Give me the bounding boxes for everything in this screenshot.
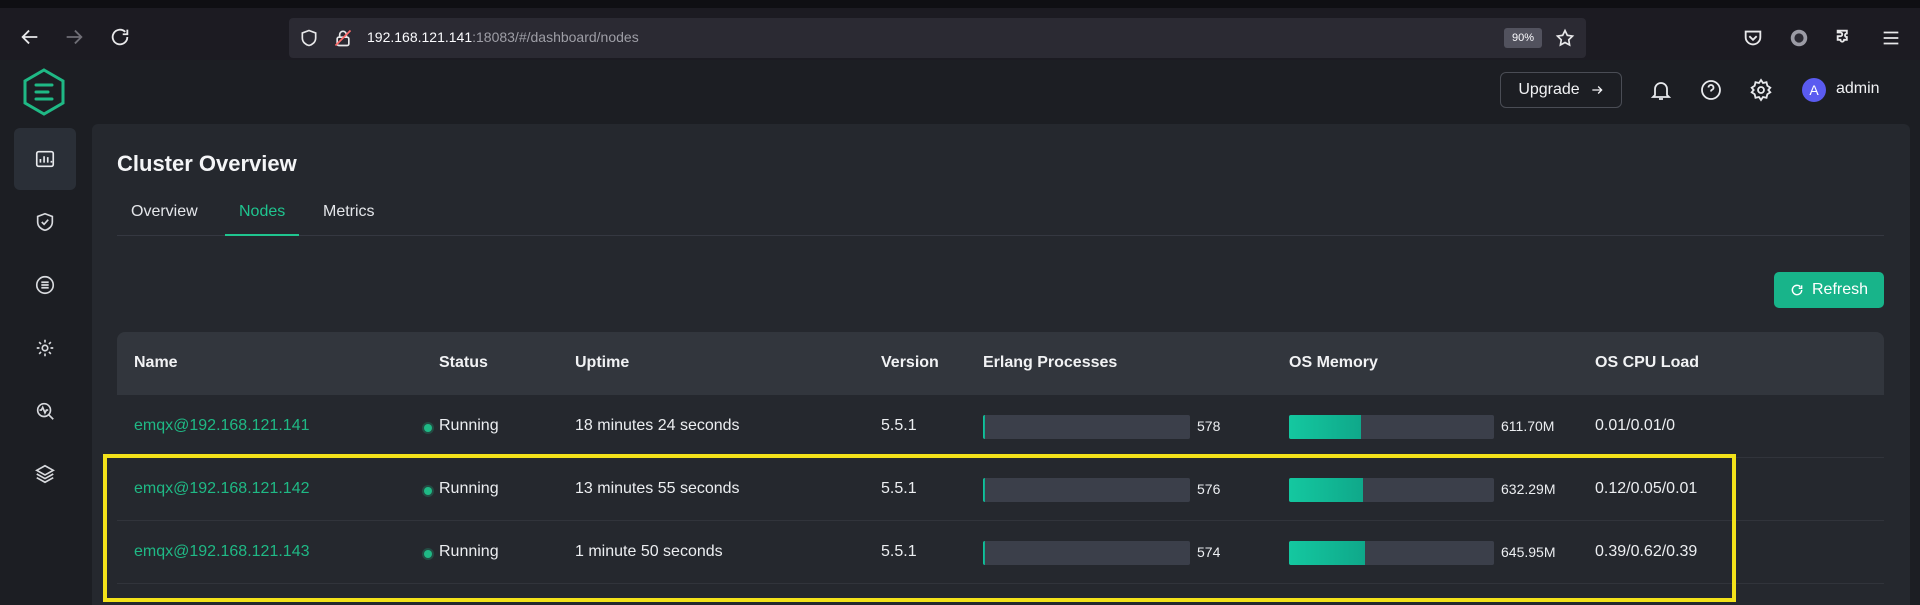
chart-icon <box>35 150 55 168</box>
sidebar <box>0 60 90 605</box>
os-cpu-load: 0.01/0.01/0 <box>1595 417 1676 434</box>
shield-icon[interactable] <box>299 28 319 48</box>
tab-metrics[interactable]: Metrics <box>309 196 389 236</box>
refresh-label: Refresh <box>1811 281 1869 298</box>
os-memory-bar <box>1289 415 1494 439</box>
upgrade-button[interactable]: Upgrade <box>1500 72 1622 108</box>
table-row: emqx@192.168.121.141 Running 18 minutes … <box>117 395 1884 458</box>
header-name: Name <box>134 354 178 371</box>
url-text[interactable]: 192.168.121.141:18083/#/dashboard/nodes <box>367 29 639 45</box>
bookmark-star-icon[interactable] <box>1555 28 1575 48</box>
header-status: Status <box>439 354 488 371</box>
refresh-button[interactable]: Refresh <box>1774 272 1884 308</box>
menu-icon[interactable] <box>1880 27 1902 49</box>
refresh-icon <box>1791 284 1803 296</box>
sidebar-item-diagnose[interactable] <box>14 380 76 442</box>
node-name-link[interactable]: emqx@192.168.121.141 <box>134 417 309 435</box>
header-erlang-processes: Erlang Processes <box>983 354 1118 371</box>
tab-nodes[interactable]: Nodes <box>225 196 300 236</box>
insecure-lock-icon[interactable] <box>333 28 353 48</box>
gear-user-icon <box>36 339 54 357</box>
header-version: Version <box>881 354 939 371</box>
header-uptime: Uptime <box>575 354 630 371</box>
highlight-box <box>103 454 1736 602</box>
integration-icon <box>35 275 55 295</box>
url-host: 192.168.121.141 <box>367 29 473 45</box>
url-path: :18083/#/dashboard/nodes <box>472 29 639 45</box>
reload-icon[interactable] <box>108 26 132 50</box>
status-dot <box>424 424 432 432</box>
help-icon[interactable] <box>1699 78 1723 102</box>
zoom-badge[interactable]: 90% <box>1504 28 1542 48</box>
user-name[interactable]: admin <box>1836 80 1880 98</box>
sidebar-item-system[interactable] <box>14 443 76 505</box>
page-title: Cluster Overview <box>117 151 297 176</box>
upgrade-label: Upgrade <box>1518 81 1580 98</box>
sidebar-item-dashboard[interactable] <box>14 128 76 190</box>
browser-toolbar: 192.168.121.141:18083/#/dashboard/nodes … <box>0 0 1920 60</box>
header-os-memory: OS Memory <box>1289 354 1378 371</box>
monitor-search-icon <box>36 402 54 420</box>
node-version: 5.5.1 <box>881 417 917 434</box>
settings-gear-icon[interactable] <box>1749 78 1773 102</box>
sidebar-item-access-control[interactable] <box>14 191 76 253</box>
address-bar[interactable]: 192.168.121.141:18083/#/dashboard/nodes … <box>289 18 1586 58</box>
sidebar-item-integration[interactable] <box>14 254 76 316</box>
sidebar-item-management[interactable] <box>14 317 76 379</box>
erlang-processes-fill <box>983 415 986 439</box>
bell-icon[interactable] <box>1649 78 1673 102</box>
layers-icon <box>35 464 55 484</box>
os-memory-fill <box>1289 415 1361 439</box>
header-os-cpu-load: OS CPU Load <box>1595 354 1700 371</box>
arrow-right-icon <box>1592 86 1603 94</box>
shield-check-icon <box>36 212 54 232</box>
table-header: Name Status Uptime Version Erlang Proces… <box>117 332 1884 395</box>
forward-icon[interactable] <box>62 26 86 50</box>
node-status: Running <box>439 417 499 434</box>
back-icon[interactable] <box>18 26 42 50</box>
pocket-icon[interactable] <box>1742 27 1764 49</box>
erlang-processes-bar <box>983 415 1190 439</box>
tab-overview[interactable]: Overview <box>117 196 212 236</box>
os-memory-value: 611.70M <box>1501 418 1555 434</box>
erlang-processes-value: 578 <box>1197 418 1221 434</box>
extensions-icon[interactable] <box>1834 27 1856 49</box>
tab-bar: Overview Nodes Metrics <box>117 196 1884 236</box>
emqx-logo-icon <box>23 68 65 116</box>
account-icon[interactable] <box>1788 27 1810 49</box>
avatar[interactable]: A <box>1802 78 1826 102</box>
node-uptime: 18 minutes 24 seconds <box>575 417 740 434</box>
